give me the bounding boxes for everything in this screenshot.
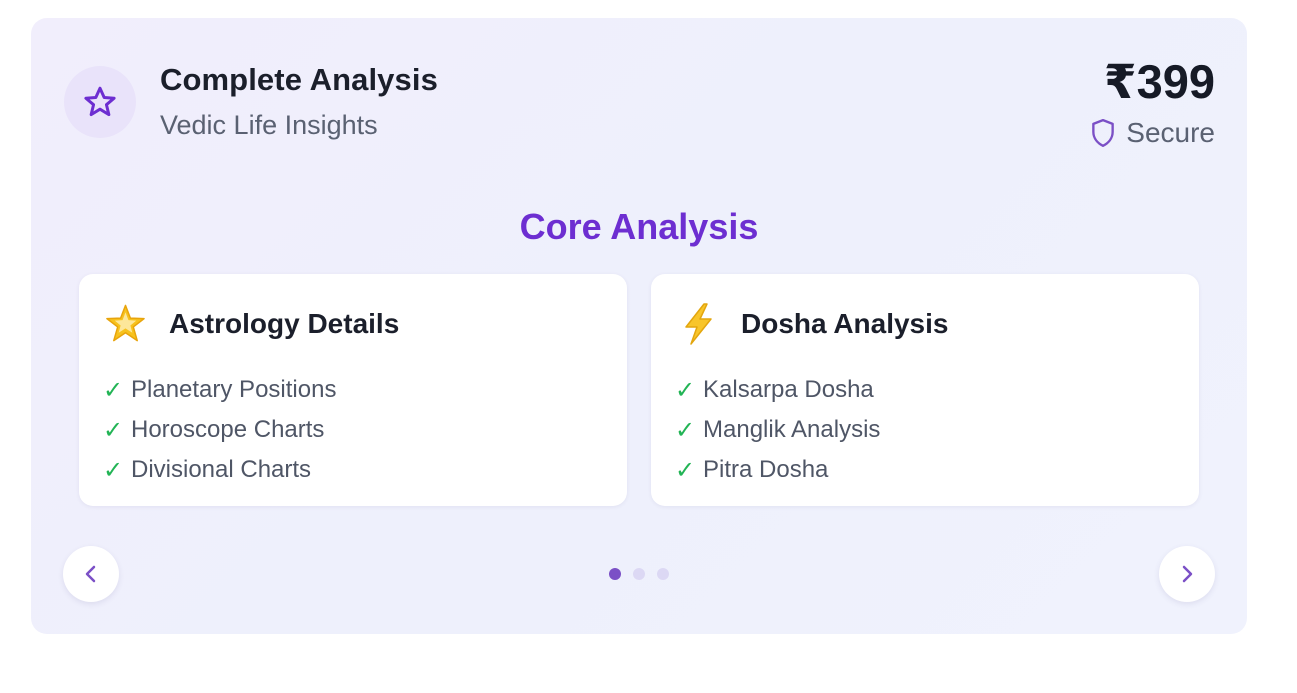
carousel-dot-3[interactable] [657,568,669,580]
list-item-label: Pitra Dosha [703,456,829,483]
feature-title: Dosha Analysis [741,307,949,339]
feature-list: ✓ Kalsarpa Dosha ✓ Manglik Analysis ✓ Pitra… [675,370,880,490]
chevron-right-icon [1182,565,1193,583]
shield-icon [1092,118,1115,148]
star-icon-badge [64,66,136,138]
plan-subtitle: Vedic Life Insights [160,110,378,140]
star-icon [84,86,116,117]
check-icon: ✓ [675,376,696,404]
carousel-prev-button[interactable] [63,546,119,602]
list-item-label: Manglik Analysis [703,416,881,443]
carousel-dot-1[interactable] [609,568,621,580]
feature-header: Astrology Details [104,302,399,345]
check-icon: ✓ [675,416,696,444]
list-item: ✓ Planetary Positions [103,370,336,410]
feature-title: Astrology Details [169,307,400,339]
carousel-dot-2[interactable] [633,568,645,580]
list-item: ✓ Divisional Charts [103,450,336,490]
feature-list: ✓ Planetary Positions ✓ Horoscope Charts ✓… [103,370,336,490]
lightning-icon [676,302,719,345]
list-item-label: Planetary Positions [131,376,337,403]
list-item: ✓ Horoscope Charts [103,410,336,450]
plan-price: ₹399 [1103,55,1215,108]
glowing-star-icon [104,302,147,345]
chevron-left-icon [85,565,96,583]
list-item-label: Kalsarpa Dosha [703,376,874,403]
check-icon: ✓ [675,456,696,484]
feature-card-dosha: Dosha Analysis ✓ Kalsarpa Dosha ✓ Manglik … [651,274,1199,506]
section-title: Core Analysis [519,206,759,247]
plan-card: Complete Analysis Vedic Life Insights ₹3… [31,18,1247,634]
list-item: ✓ Kalsarpa Dosha [675,370,880,410]
list-item-label: Divisional Charts [131,456,312,483]
check-icon: ✓ [103,376,124,404]
feature-card-astrology: Astrology Details ✓ Planetary Positions ✓… [79,274,627,506]
check-icon: ✓ [103,416,124,444]
list-item: ✓ Pitra Dosha [675,450,880,490]
carousel-next-button[interactable] [1159,546,1215,602]
feature-header: Dosha Analysis [676,302,948,345]
carousel-pagination [609,568,669,580]
list-item: ✓ Manglik Analysis [675,410,880,450]
list-item-label: Horoscope Charts [131,416,325,443]
check-icon: ✓ [103,456,124,484]
secure-badge: Secure [1090,117,1215,149]
secure-label: Secure [1126,117,1215,148]
plan-title: Complete Analysis [160,62,438,97]
